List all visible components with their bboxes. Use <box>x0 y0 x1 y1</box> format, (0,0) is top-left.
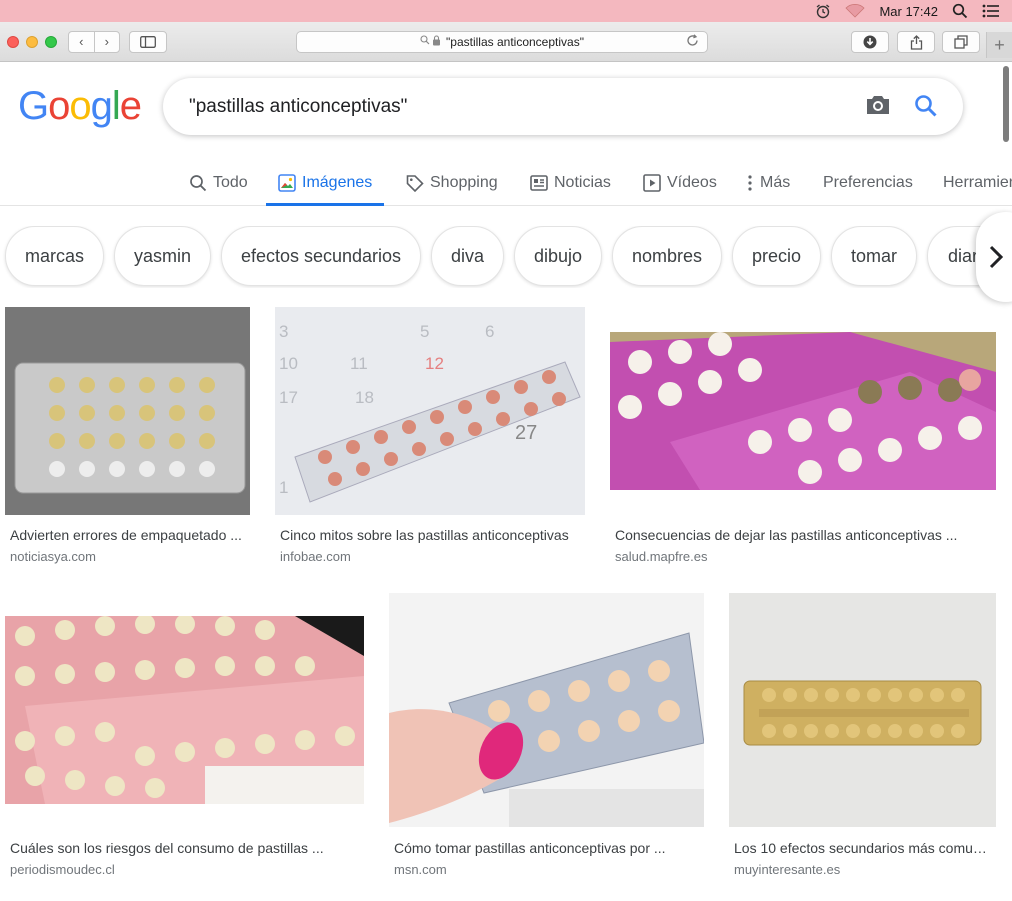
chip-yasmin[interactable]: yasmin <box>114 226 211 286</box>
result-image[interactable] <box>389 593 704 827</box>
tag-icon <box>406 174 424 192</box>
svg-text:10: 10 <box>279 354 298 373</box>
search-icon[interactable] <box>913 93 939 125</box>
download-icon <box>863 35 877 49</box>
svg-text:12: 12 <box>425 354 444 373</box>
search-query-text[interactable]: "pastillas anticonceptivas" <box>189 96 407 118</box>
result-image[interactable] <box>729 593 996 827</box>
result-source[interactable]: salud.mapfre.es <box>615 549 708 564</box>
search-icon <box>190 174 207 191</box>
tab-imagenes[interactable]: Imágenes <box>265 160 385 206</box>
sidebar-icon <box>140 36 156 48</box>
minimize-window-button[interactable] <box>26 36 38 48</box>
forward-button[interactable]: › <box>93 32 120 52</box>
tabs-overview-button[interactable] <box>942 31 980 53</box>
result-title[interactable]: Cómo tomar pastillas anticonceptivas por… <box>394 840 698 856</box>
chip-nombres[interactable]: nombres <box>612 226 722 286</box>
result-source[interactable]: msn.com <box>394 862 447 877</box>
tab-noticias[interactable]: Noticias <box>530 160 611 205</box>
tab-label: Más <box>760 173 791 191</box>
result-title[interactable]: Cinco mitos sobre las pastillas anticonc… <box>280 527 578 543</box>
svg-text:6: 6 <box>485 322 494 341</box>
tab-label: Preferencias <box>823 173 913 191</box>
new-tab-button[interactable]: + <box>986 32 1012 58</box>
reload-icon[interactable] <box>686 34 699 50</box>
result-image[interactable]: 3 5 6 10 11 12 17 18 27 1 <box>275 307 585 515</box>
clock-text[interactable]: Mar 17:42 <box>879 4 938 19</box>
result-image[interactable] <box>610 332 996 490</box>
alarm-clock-icon[interactable] <box>815 3 831 19</box>
navigation-buttons: ‹ › <box>68 31 120 53</box>
result-source[interactable]: periodismoudec.cl <box>10 862 115 877</box>
tab-shopping[interactable]: Shopping <box>406 160 498 205</box>
play-icon <box>643 173 661 192</box>
address-bar[interactable]: "pastillas anticonceptivas" <box>296 31 708 53</box>
svg-text:17: 17 <box>279 388 298 407</box>
svg-text:3: 3 <box>279 322 288 341</box>
chip-diva[interactable]: diva <box>431 226 504 286</box>
share-button[interactable] <box>897 31 935 53</box>
result-title[interactable]: Consecuencias de dejar las pastillas ant… <box>615 527 987 543</box>
wifi-icon[interactable] <box>845 4 866 18</box>
tab-todo[interactable]: Todo <box>189 160 248 205</box>
result-image[interactable] <box>5 616 364 804</box>
chevron-right-icon <box>989 245 1004 269</box>
downloads-button[interactable] <box>851 31 889 53</box>
search-tabs: Todo Imágenes Shopping Noticias Vídeos M… <box>0 160 1012 206</box>
chip-efectos-secundarios[interactable]: efectos secundarios <box>221 226 421 286</box>
share-icon <box>910 34 922 50</box>
svg-text:11: 11 <box>350 354 368 373</box>
tab-label: Shopping <box>430 173 498 191</box>
result-title[interactable]: Advierten errores de empaquetado ... <box>10 527 242 543</box>
tab-label: Todo <box>213 173 248 191</box>
tab-herramientas[interactable]: Herramientas <box>943 160 1012 205</box>
spotlight-search-icon[interactable] <box>952 3 968 19</box>
search-box[interactable]: "pastillas anticonceptivas" <box>163 78 963 135</box>
tab-label: Imágenes <box>302 173 373 191</box>
tab-label: Noticias <box>554 173 611 191</box>
tab-mas[interactable]: Más <box>748 160 790 205</box>
chip-precio[interactable]: precio <box>732 226 821 286</box>
chips-next-button[interactable] <box>976 212 1012 302</box>
result-image[interactable] <box>5 307 250 515</box>
more-vert-icon <box>748 174 752 191</box>
zoom-window-button[interactable] <box>45 36 57 48</box>
svg-text:5: 5 <box>420 322 429 341</box>
related-searches-chips: marcas yasmin efectos secundarios diva d… <box>0 226 1012 288</box>
window-controls <box>7 36 57 48</box>
menu-bar: Mar 17:42 <box>0 0 1012 22</box>
camera-icon[interactable] <box>865 94 891 122</box>
svg-text:18: 18 <box>355 388 374 407</box>
tabs-icon <box>954 35 968 49</box>
sidebar-toggle-button[interactable] <box>129 31 167 53</box>
svg-text:27: 27 <box>515 422 537 444</box>
result-title[interactable]: Cuáles son los riesgos del consumo de pa… <box>10 840 358 856</box>
chip-tomar[interactable]: tomar <box>831 226 917 286</box>
notification-center-icon[interactable] <box>982 4 1000 18</box>
tab-label: Herramientas <box>943 173 1012 191</box>
image-icon <box>278 173 296 192</box>
chip-marcas[interactable]: marcas <box>5 226 104 286</box>
result-source[interactable]: muyinteresante.es <box>734 862 840 877</box>
address-text: "pastillas anticonceptivas" <box>446 35 584 49</box>
close-window-button[interactable] <box>7 36 19 48</box>
result-source[interactable]: noticiasya.com <box>10 549 96 564</box>
chip-dibujo[interactable]: dibujo <box>514 226 602 286</box>
news-icon <box>530 174 548 191</box>
tab-label: Vídeos <box>667 173 717 191</box>
back-button[interactable]: ‹ <box>69 32 94 52</box>
result-title[interactable]: Los 10 efectos secundarios más comunes .… <box>734 840 990 856</box>
svg-text:1: 1 <box>279 478 288 497</box>
scrollbar-thumb[interactable] <box>1003 66 1009 142</box>
browser-toolbar: ‹ › "pastillas anticonceptivas" + <box>0 22 1012 62</box>
lock-icon <box>420 35 442 49</box>
google-logo[interactable]: Google <box>18 84 142 129</box>
tab-preferencias[interactable]: Preferencias <box>823 160 913 205</box>
tab-videos[interactable]: Vídeos <box>643 160 717 205</box>
result-source[interactable]: infobae.com <box>280 549 351 564</box>
